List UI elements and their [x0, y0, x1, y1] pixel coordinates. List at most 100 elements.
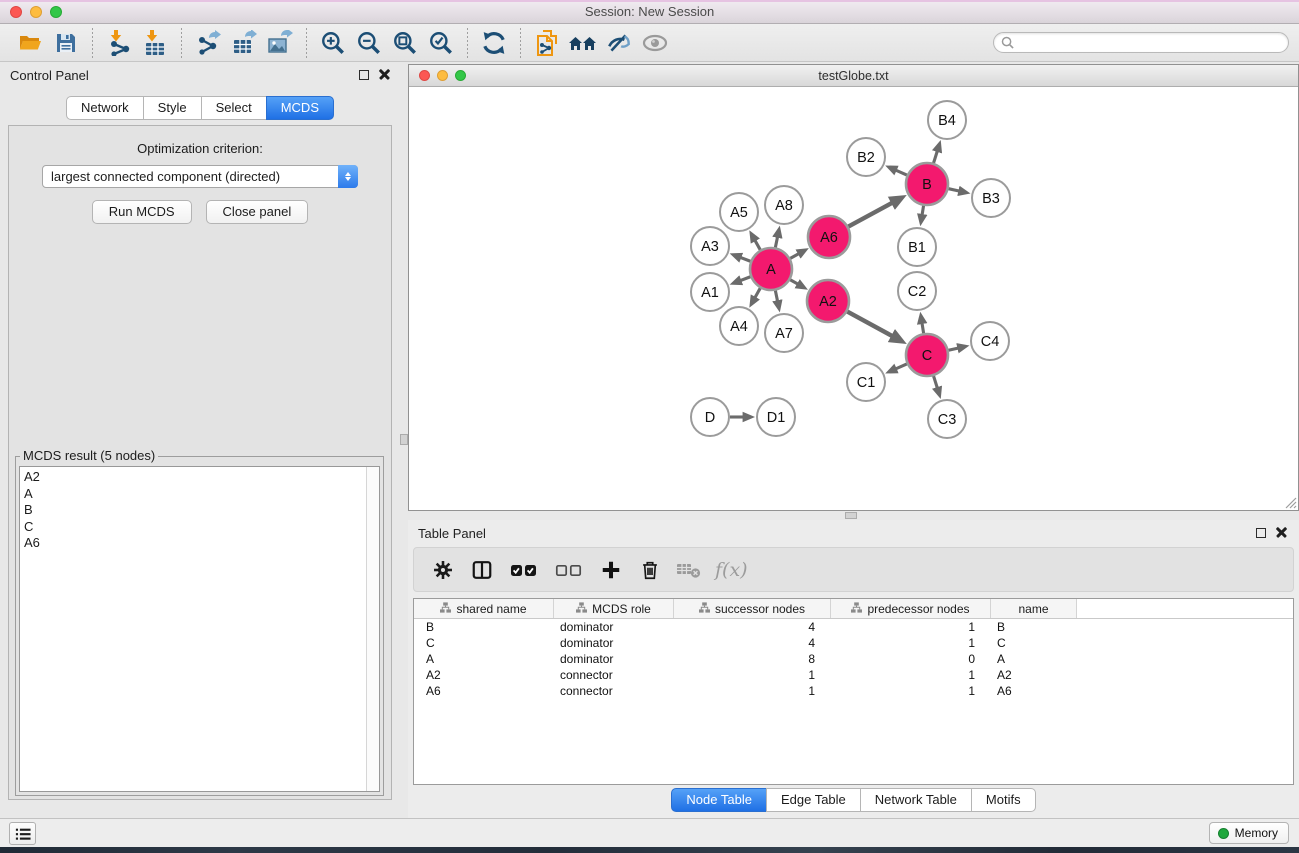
table-row[interactable]: A6connector11A6: [414, 683, 1293, 699]
table-row[interactable]: Bdominator41B: [414, 619, 1293, 635]
float-panel-icon[interactable]: [1256, 528, 1266, 538]
graph-edge-A-A6[interactable]: [790, 254, 799, 259]
graph-node-C2[interactable]: C2: [898, 272, 936, 310]
close-panel-icon[interactable]: [1276, 527, 1287, 538]
graph-edge-C-C1[interactable]: [895, 364, 906, 369]
search-input[interactable]: [1018, 34, 1288, 51]
graph-node-B[interactable]: B: [906, 163, 948, 205]
graph-nodes[interactable]: B4 B2 B B3 A8A5 A6 A3 B1 A A1 C2 A2 A4A7 C4 C C1 D D1 C3: [691, 101, 1010, 438]
gear-icon[interactable]: [428, 555, 458, 585]
graph-node-C1[interactable]: C1: [847, 363, 885, 401]
graph-node-A3[interactable]: A3: [691, 227, 729, 265]
zoom-in-icon[interactable]: [315, 27, 351, 59]
column-header-shared-name[interactable]: shared name: [414, 599, 554, 618]
run-mcds-button[interactable]: Run MCDS: [92, 200, 192, 224]
deselect-checkboxes-icon[interactable]: [551, 555, 587, 585]
column-header-successor-nodes[interactable]: successor nodes: [674, 599, 831, 618]
tab-network-table[interactable]: Network Table: [860, 788, 972, 812]
network-canvas[interactable]: B4 B2 B B3 A8A5 A6 A3 B1 A A1 C2 A2 A4A7 C4 C C1 D D1 C3: [409, 88, 1298, 510]
graph-node-B4[interactable]: B4: [928, 101, 966, 139]
tab-style[interactable]: Style: [143, 96, 202, 120]
graph-edge-C-C3[interactable]: [934, 376, 938, 388]
open-folder-icon[interactable]: [12, 27, 48, 59]
graph-edge-C-C4[interactable]: [948, 348, 958, 350]
criterion-dropdown[interactable]: largest connected component (directed): [42, 165, 358, 188]
tab-edge-table[interactable]: Edge Table: [766, 788, 861, 812]
show-panels-list-button[interactable]: [9, 822, 36, 845]
graph-node-A5[interactable]: A5: [720, 193, 758, 231]
node-table[interactable]: shared nameMCDS rolesuccessor nodesprede…: [413, 598, 1294, 785]
tab-motifs[interactable]: Motifs: [971, 788, 1036, 812]
add-column-icon[interactable]: [596, 555, 626, 585]
table-row[interactable]: A2connector11A2: [414, 667, 1293, 683]
zoom-selected-icon[interactable]: [423, 27, 459, 59]
import-network-icon[interactable]: [101, 27, 137, 59]
function-builder-icon[interactable]: f(x): [715, 559, 748, 581]
mcds-result-item[interactable]: B: [24, 502, 379, 519]
table-row[interactable]: Cdominator41C: [414, 635, 1293, 651]
graph-node-C[interactable]: C: [906, 334, 948, 376]
export-network-icon[interactable]: [190, 27, 226, 59]
tab-select[interactable]: Select: [201, 96, 267, 120]
graph-edge-A-A3[interactable]: [740, 257, 750, 261]
split-columns-icon[interactable]: [467, 555, 497, 585]
search-box[interactable]: [993, 32, 1289, 53]
export-image-icon[interactable]: [262, 27, 298, 59]
tab-node-table[interactable]: Node Table: [671, 788, 767, 812]
import-table-icon[interactable]: [137, 27, 173, 59]
select-all-checkboxes-icon[interactable]: [506, 555, 542, 585]
graph-edge-B-B4[interactable]: [934, 151, 938, 163]
show-hide-panel-icon[interactable]: [601, 27, 637, 59]
refresh-icon[interactable]: [476, 27, 512, 59]
graph-node-D1[interactable]: D1: [757, 398, 795, 436]
zoom-fit-icon[interactable]: [387, 27, 423, 59]
graph-node-C3[interactable]: C3: [928, 400, 966, 438]
table-row[interactable]: Adominator80A: [414, 651, 1293, 667]
graph-node-D[interactable]: D: [691, 398, 729, 436]
graph-edge-C-C2[interactable]: [922, 323, 924, 333]
mcds-result-item[interactable]: A6: [24, 535, 379, 552]
horizontal-splitter[interactable]: [408, 511, 1299, 520]
column-header-predecessor-nodes[interactable]: predecessor nodes: [831, 599, 991, 618]
save-icon[interactable]: [48, 27, 84, 59]
graph-edge-B-B3[interactable]: [948, 189, 959, 191]
graph-edge-A-A7[interactable]: [775, 291, 777, 302]
graph-node-A[interactable]: A: [750, 248, 792, 290]
graph-edge-B-B2[interactable]: [895, 170, 906, 175]
graph-edge-A-A1[interactable]: [740, 277, 750, 281]
graph-edge-A-A5[interactable]: [755, 240, 760, 250]
export-table-icon[interactable]: [226, 27, 262, 59]
scrollbar[interactable]: [366, 467, 379, 791]
graph-node-A4[interactable]: A4: [720, 307, 758, 345]
tab-network[interactable]: Network: [66, 96, 144, 120]
graph-node-B1[interactable]: B1: [898, 228, 936, 266]
graph-edge-A-A4[interactable]: [755, 288, 760, 298]
memory-button[interactable]: Memory: [1209, 822, 1289, 844]
clone-network-icon[interactable]: [529, 27, 565, 59]
graph-node-C4[interactable]: C4: [971, 322, 1009, 360]
column-header-name[interactable]: name: [991, 599, 1077, 618]
graph-edge-A-A2[interactable]: [790, 280, 798, 285]
graph-node-B2[interactable]: B2: [847, 138, 885, 176]
delete-column-icon[interactable]: [635, 555, 665, 585]
graph-node-A7[interactable]: A7: [765, 314, 803, 352]
graph-edge-B-B1[interactable]: [922, 206, 924, 216]
column-header-MCDS-role[interactable]: MCDS role: [554, 599, 674, 618]
home-networks-icon[interactable]: [565, 27, 601, 59]
graph-node-A1[interactable]: A1: [691, 273, 729, 311]
close-panel-icon[interactable]: [379, 69, 390, 80]
splitter-handle[interactable]: [845, 512, 857, 519]
graph-edge-A-A8[interactable]: [775, 237, 777, 248]
preview-eye-icon[interactable]: [637, 27, 673, 59]
network-window-titlebar[interactable]: testGlobe.txt: [409, 65, 1298, 87]
mcds-result-item[interactable]: C: [24, 519, 379, 536]
tab-mcds[interactable]: MCDS: [266, 96, 334, 120]
graph-node-B3[interactable]: B3: [972, 179, 1010, 217]
zoom-out-icon[interactable]: [351, 27, 387, 59]
close-panel-button[interactable]: Close panel: [206, 200, 309, 224]
graph-node-A8[interactable]: A8: [765, 186, 803, 224]
graph-node-A6[interactable]: A6: [808, 216, 850, 258]
graph-node-A2[interactable]: A2: [807, 280, 849, 322]
mcds-result-list[interactable]: A2ABCA6: [19, 466, 380, 792]
delete-table-icon[interactable]: [674, 555, 704, 585]
